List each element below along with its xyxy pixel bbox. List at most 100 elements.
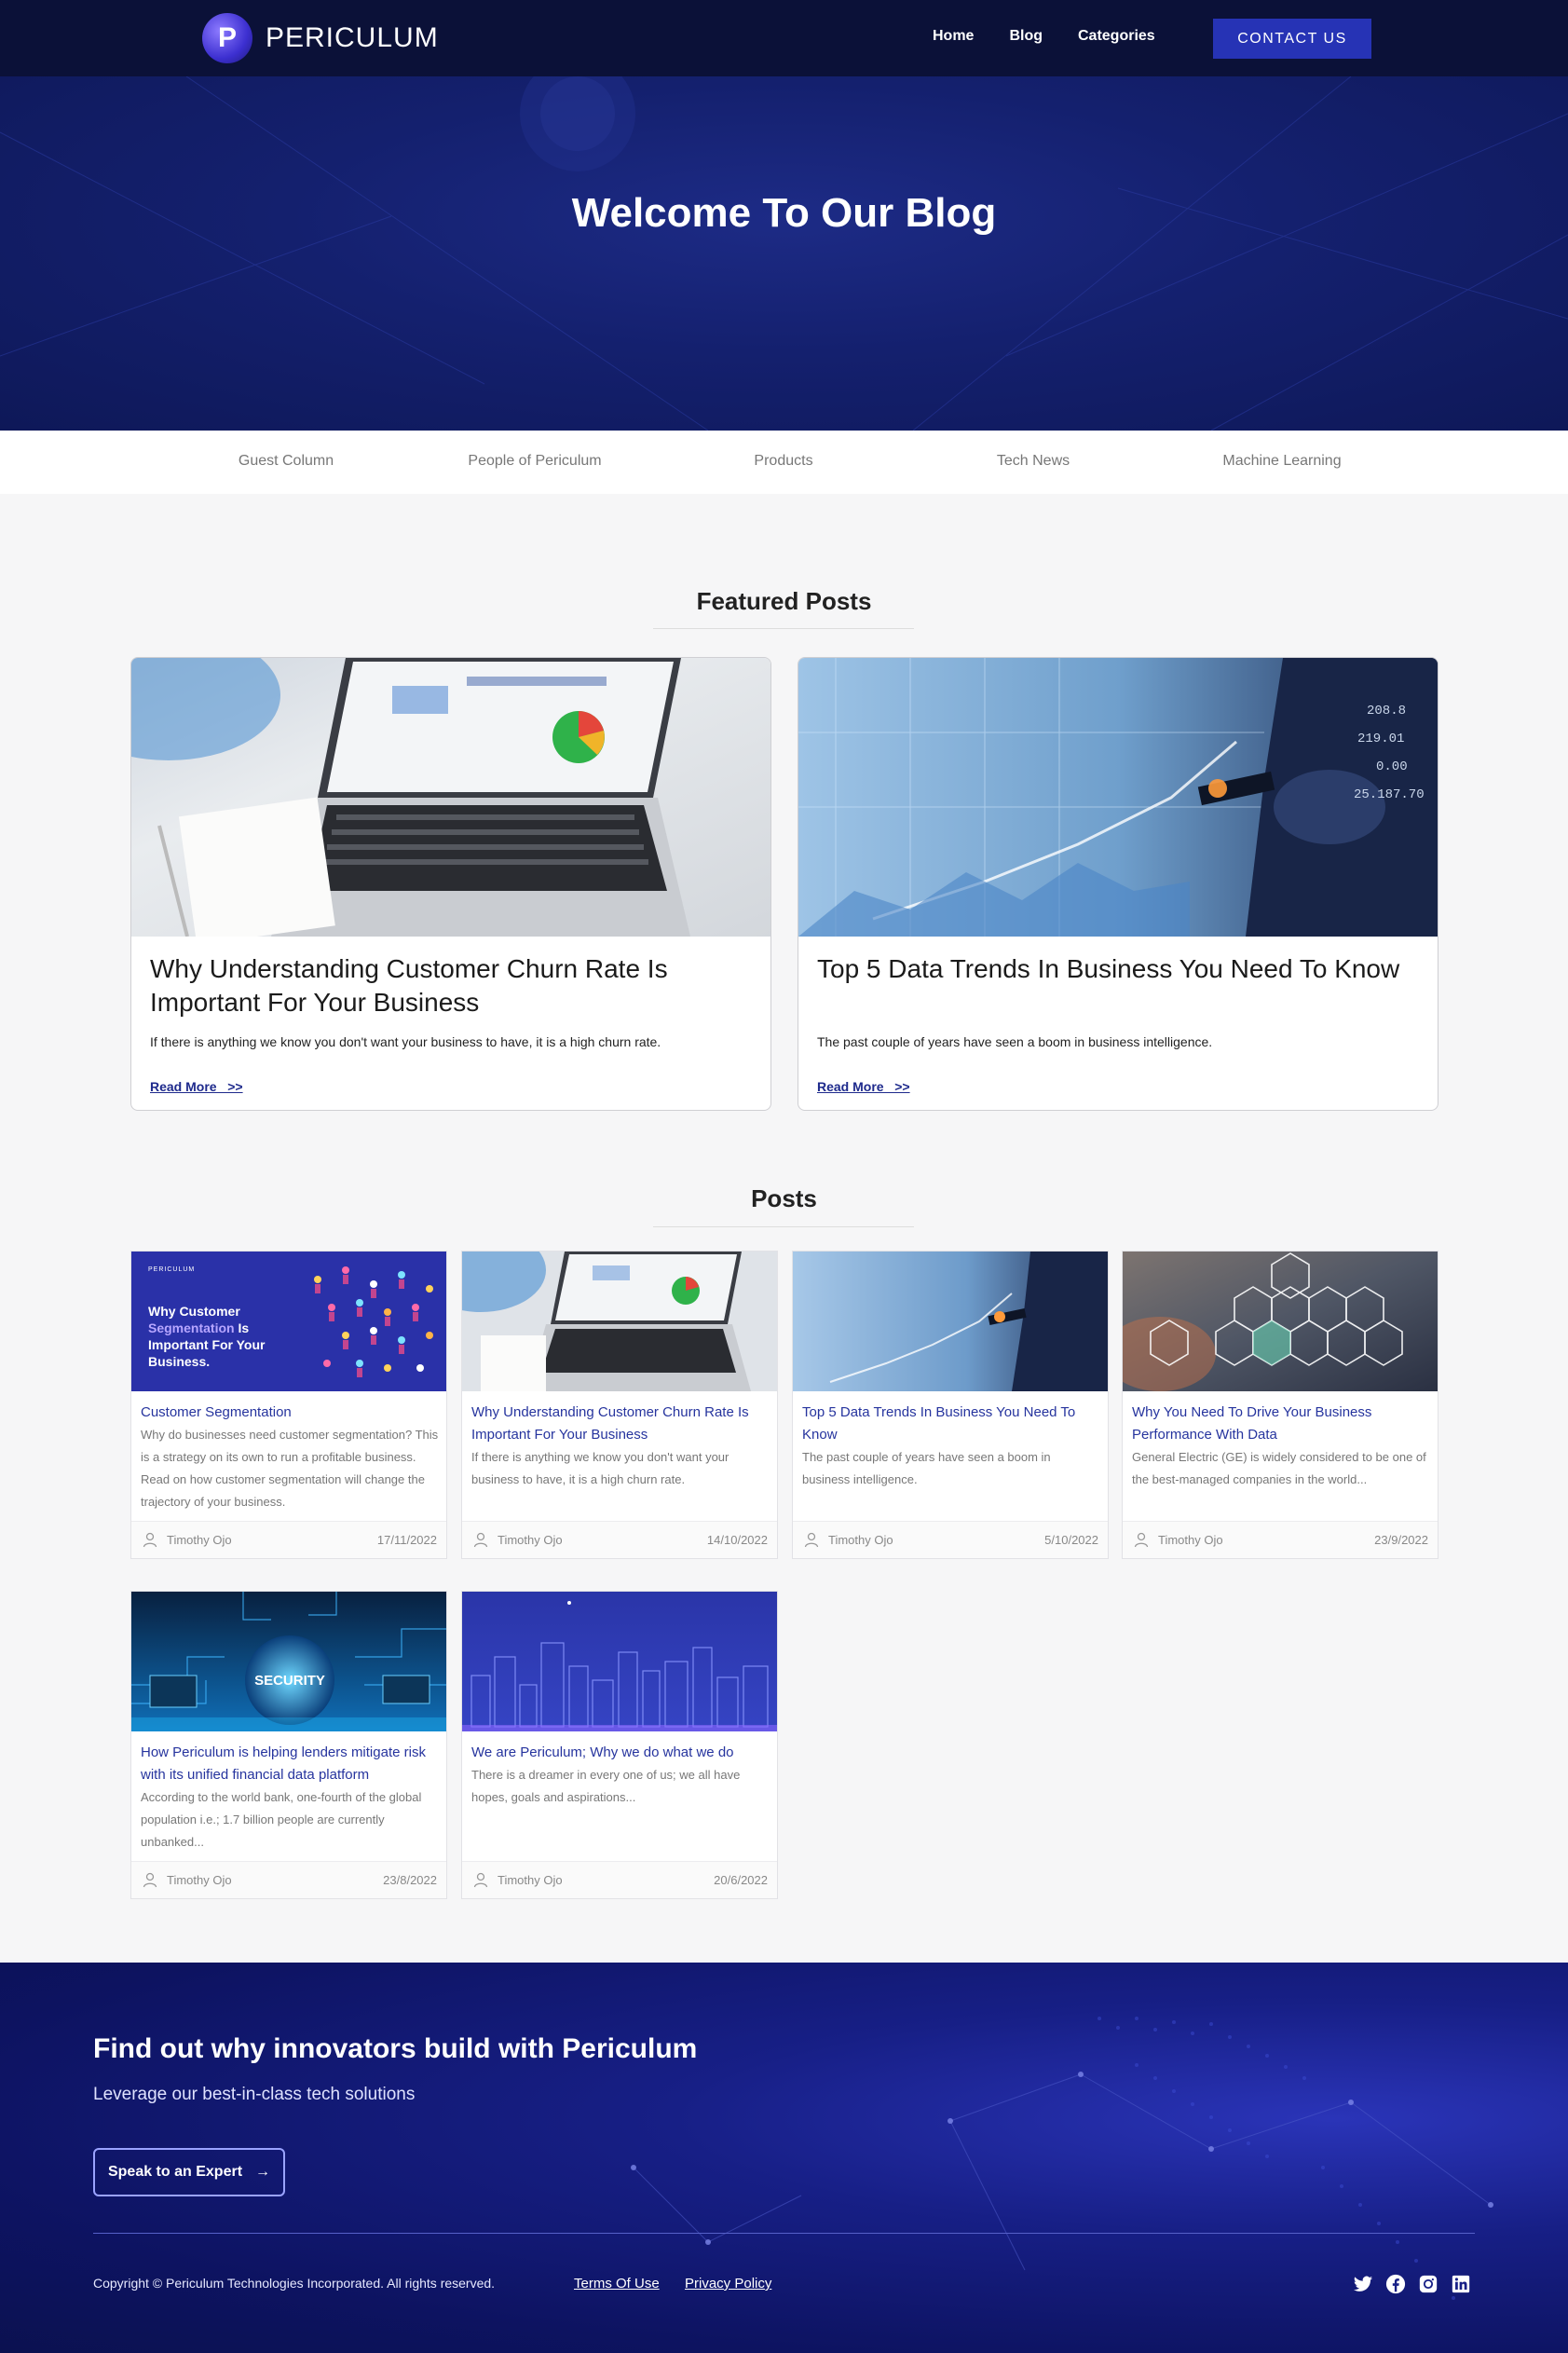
main-menu: Home Blog Categories bbox=[933, 28, 1155, 45]
brand-name: PERICULUM bbox=[266, 22, 439, 53]
post-date: 23/8/2022 bbox=[383, 1873, 437, 1887]
footer-divider bbox=[93, 2233, 1475, 2234]
post-card[interactable]: Why You Need To Drive Your Business Perf… bbox=[1122, 1251, 1438, 1559]
post-excerpt: There is a dreamer in every one of us; w… bbox=[471, 1768, 741, 1804]
post-meta: Timothy Ojo 14/10/2022 bbox=[462, 1521, 777, 1558]
facebook-icon[interactable] bbox=[1385, 2274, 1406, 2294]
nav-blog-link[interactable]: Blog bbox=[1009, 28, 1043, 45]
privacy-policy-link[interactable]: Privacy Policy bbox=[685, 2276, 771, 2291]
post-excerpt: If there is anything we know you don't w… bbox=[471, 1450, 729, 1486]
post-author[interactable]: Timothy Ojo bbox=[828, 1533, 893, 1547]
contact-us-button[interactable]: CONTACT US bbox=[1213, 19, 1371, 59]
site-footer: Find out why innovators build with Peric… bbox=[0, 1963, 1568, 2353]
post-title[interactable]: Top 5 Data Trends In Business You Need T… bbox=[802, 1402, 1100, 1446]
post-excerpt: According to the world bank, one-fourth … bbox=[141, 1790, 422, 1849]
category-machine-learning[interactable]: Machine Learning bbox=[1222, 453, 1341, 470]
user-icon bbox=[143, 1532, 157, 1548]
thumb-security-label: SECURITY bbox=[254, 1673, 325, 1689]
post-title[interactable]: How Periculum is helping lenders mitigat… bbox=[141, 1742, 439, 1786]
logo-initial: P bbox=[217, 22, 237, 53]
thumb-line: Important For Your bbox=[148, 1337, 266, 1352]
user-icon bbox=[804, 1532, 819, 1548]
post-title[interactable]: Why You Need To Drive Your Business Perf… bbox=[1132, 1402, 1430, 1446]
post-card[interactable]: Top 5 Data Trends In Business You Need T… bbox=[792, 1251, 1109, 1559]
svg-text:208.8: 208.8 bbox=[1367, 704, 1406, 718]
thumb-headline: Why Customer Segmentation Is Important F… bbox=[148, 1303, 288, 1370]
post-thumbnail bbox=[462, 1592, 777, 1731]
post-card[interactable]: We are Periculum; Why we do what we do T… bbox=[461, 1591, 778, 1899]
footer-subline: Leverage our best-in-class tech solution… bbox=[93, 2085, 416, 2104]
post-meta: Timothy Ojo 20/6/2022 bbox=[462, 1861, 777, 1898]
featured-post-image bbox=[131, 658, 770, 937]
post-date: 23/9/2022 bbox=[1374, 1533, 1428, 1547]
crowd-illustration bbox=[314, 1266, 433, 1377]
post-card[interactable]: SECURITY How Periculum is helping lender… bbox=[130, 1591, 447, 1899]
post-date: 14/10/2022 bbox=[706, 1533, 768, 1547]
post-author[interactable]: Timothy Ojo bbox=[167, 1873, 232, 1887]
category-people-of-periculum[interactable]: People of Periculum bbox=[468, 453, 601, 470]
posts-divider bbox=[653, 1226, 914, 1227]
thumb-line-highlight: Segmentation bbox=[148, 1320, 235, 1335]
logo-icon: P bbox=[202, 13, 252, 63]
thumb-brand: PERICULUM bbox=[148, 1266, 196, 1273]
post-excerpt: The past couple of years have seen a boo… bbox=[802, 1450, 1051, 1486]
post-meta: Timothy Ojo 5/10/2022 bbox=[793, 1521, 1108, 1558]
post-thumbnail bbox=[1123, 1252, 1438, 1391]
post-author[interactable]: Timothy Ojo bbox=[1158, 1533, 1223, 1547]
featured-divider bbox=[653, 628, 914, 629]
post-date: 20/6/2022 bbox=[714, 1873, 768, 1887]
user-icon bbox=[473, 1532, 488, 1548]
post-thumbnail: SECURITY bbox=[131, 1592, 446, 1731]
post-card[interactable]: Why Understanding Customer Churn Rate Is… bbox=[461, 1251, 778, 1559]
nav-categories-link[interactable]: Categories bbox=[1078, 28, 1155, 45]
post-title[interactable]: Customer Segmentation bbox=[141, 1402, 439, 1424]
post-title[interactable]: Why Understanding Customer Churn Rate Is… bbox=[471, 1402, 770, 1446]
thumb-line: Business. bbox=[148, 1354, 211, 1369]
post-meta: Timothy Ojo 17/11/2022 bbox=[131, 1521, 446, 1558]
category-tech-news[interactable]: Tech News bbox=[997, 453, 1070, 470]
thumb-line: Why Customer bbox=[148, 1304, 240, 1319]
speak-to-expert-button[interactable]: Speak to an Expert → bbox=[93, 2148, 285, 2196]
post-title[interactable]: We are Periculum; Why we do what we do bbox=[471, 1742, 770, 1764]
post-thumbnail bbox=[793, 1252, 1108, 1391]
thumb-line: Is bbox=[234, 1320, 250, 1335]
hero-network-graphic bbox=[0, 76, 1568, 431]
svg-text:0.00: 0.00 bbox=[1376, 759, 1408, 774]
copyright-text: Copyright © Periculum Technologies Incor… bbox=[93, 2276, 496, 2291]
featured-post-title[interactable]: Why Understanding Customer Churn Rate Is… bbox=[150, 952, 746, 1019]
featured-post-card[interactable]: 208.8 219.01 0.00 25.187.70 Top 5 Data Tren… bbox=[798, 657, 1438, 1111]
post-date: 5/10/2022 bbox=[1044, 1533, 1098, 1547]
svg-text:25.187.70: 25.187.70 bbox=[1354, 787, 1425, 802]
post-author[interactable]: Timothy Ojo bbox=[498, 1873, 563, 1887]
featured-post-excerpt: If there is anything we know you don't w… bbox=[150, 1034, 661, 1049]
footer-headline: Find out why innovators build with Peric… bbox=[93, 2033, 698, 2064]
featured-post-excerpt: The past couple of years have seen a boo… bbox=[817, 1034, 1213, 1049]
hero-title: Welcome To Our Blog bbox=[571, 190, 997, 236]
linkedin-icon[interactable] bbox=[1451, 2274, 1471, 2294]
read-more-link[interactable]: Read More >> bbox=[150, 1079, 243, 1094]
featured-post-card[interactable]: Why Understanding Customer Churn Rate Is… bbox=[130, 657, 771, 1111]
user-icon bbox=[473, 1872, 488, 1888]
post-author[interactable]: Timothy Ojo bbox=[498, 1533, 563, 1547]
read-more-link[interactable]: Read More >> bbox=[817, 1079, 910, 1094]
twitter-icon[interactable] bbox=[1353, 2274, 1373, 2294]
svg-text:219.01: 219.01 bbox=[1357, 732, 1404, 746]
nav-home-link[interactable]: Home bbox=[933, 28, 974, 45]
user-icon bbox=[143, 1872, 157, 1888]
speak-to-expert-label: Speak to an Expert bbox=[107, 2164, 243, 2180]
category-guest-column[interactable]: Guest Column bbox=[239, 453, 334, 470]
brand-logo[interactable]: P PERICULUM bbox=[202, 13, 439, 63]
post-excerpt: Why do businesses need customer segmenta… bbox=[141, 1428, 439, 1509]
post-card[interactable]: PERICULUM Why Customer Segmentation Is I… bbox=[130, 1251, 447, 1559]
category-bar: Guest Column People of Periculum Product… bbox=[0, 431, 1568, 494]
post-excerpt: General Electric (GE) is widely consider… bbox=[1132, 1450, 1426, 1486]
instagram-icon[interactable] bbox=[1418, 2274, 1438, 2294]
hero-banner: Welcome To Our Blog bbox=[0, 76, 1568, 431]
featured-post-image: 208.8 219.01 0.00 25.187.70 bbox=[798, 658, 1438, 937]
category-products[interactable]: Products bbox=[754, 453, 812, 470]
terms-of-use-link[interactable]: Terms Of Use bbox=[574, 2276, 660, 2291]
post-date: 17/11/2022 bbox=[376, 1533, 437, 1547]
post-author[interactable]: Timothy Ojo bbox=[167, 1533, 232, 1547]
featured-post-title[interactable]: Top 5 Data Trends In Business You Need T… bbox=[817, 952, 1413, 986]
post-meta: Timothy Ojo 23/9/2022 bbox=[1123, 1521, 1438, 1558]
